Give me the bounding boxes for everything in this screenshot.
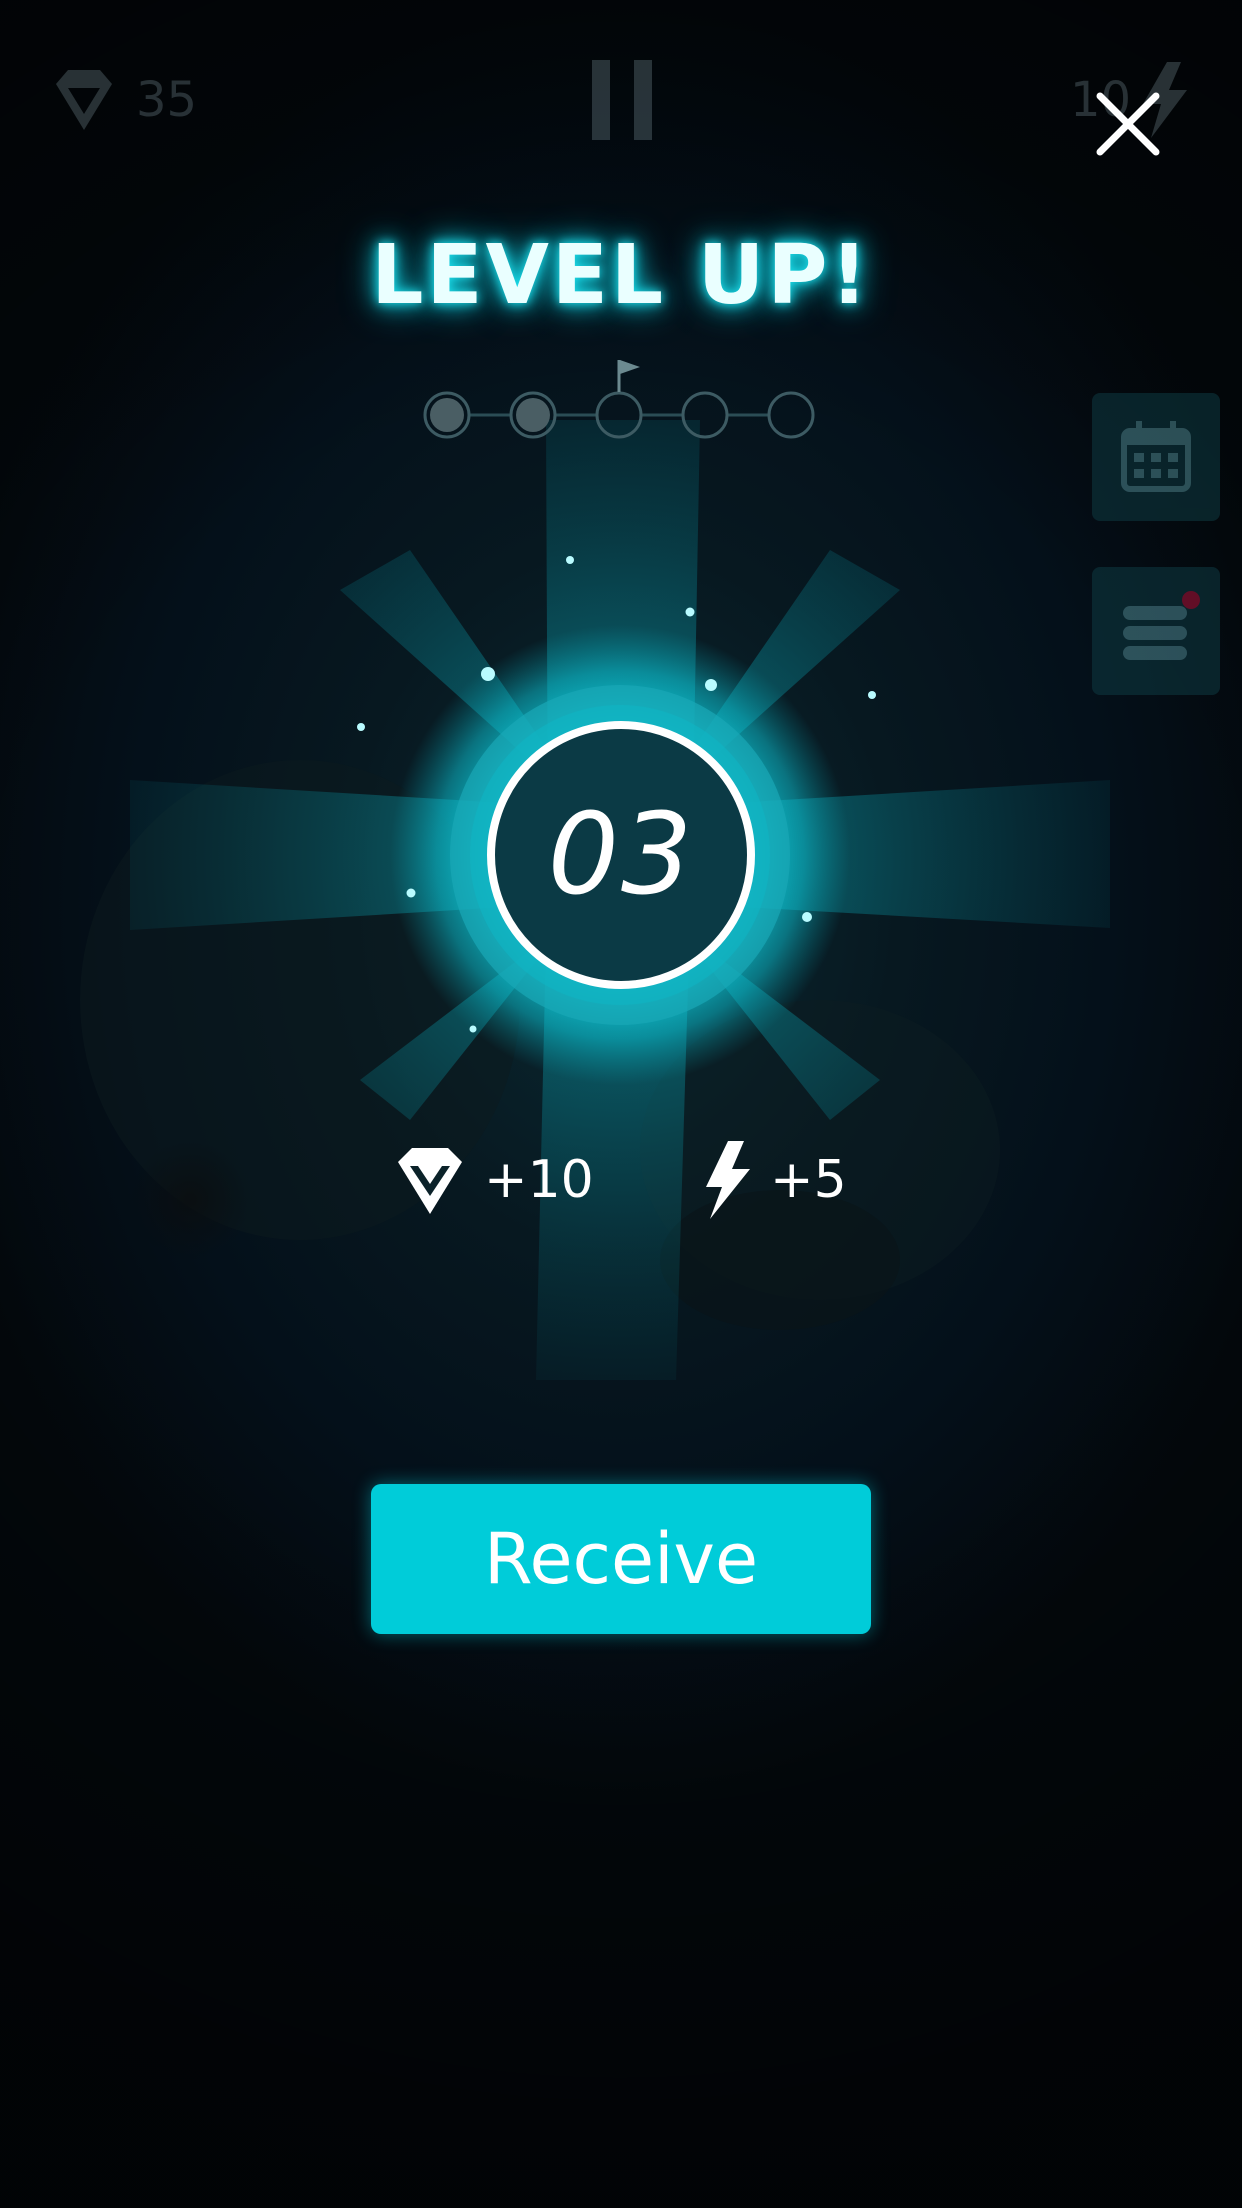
progress-step — [509, 391, 557, 439]
list-button — [1092, 567, 1220, 695]
reward-energy-amount: +5 — [770, 1150, 847, 1210]
hud-gems: 35 — [48, 62, 197, 138]
progress-step — [423, 391, 471, 439]
notification-dot — [1182, 591, 1200, 609]
progress-step — [681, 391, 729, 439]
level-up-title: LEVEL UP! — [371, 228, 871, 323]
list-icon — [1123, 591, 1200, 660]
reward-gems-amount: +10 — [484, 1150, 594, 1210]
close-button[interactable] — [1092, 88, 1164, 160]
level-up-screen: 35 10 — [0, 0, 1242, 2208]
receive-button[interactable]: Receive — [371, 1484, 871, 1634]
reward-gems: +10 — [394, 1140, 594, 1220]
close-icon — [1096, 92, 1160, 156]
background-art — [0, 0, 1242, 2208]
diamond-icon — [56, 70, 112, 130]
progress-step — [595, 391, 643, 439]
diamond-icon — [398, 1148, 462, 1214]
reward-energy: +5 — [704, 1140, 847, 1220]
level-progress — [423, 360, 815, 439]
pause-icon — [592, 60, 652, 140]
flag-icon — [617, 360, 640, 392]
progress-step — [767, 391, 815, 439]
lightning-icon — [706, 1141, 750, 1219]
hud-gems-count: 35 — [136, 72, 198, 128]
level-number: 03 — [547, 790, 695, 920]
